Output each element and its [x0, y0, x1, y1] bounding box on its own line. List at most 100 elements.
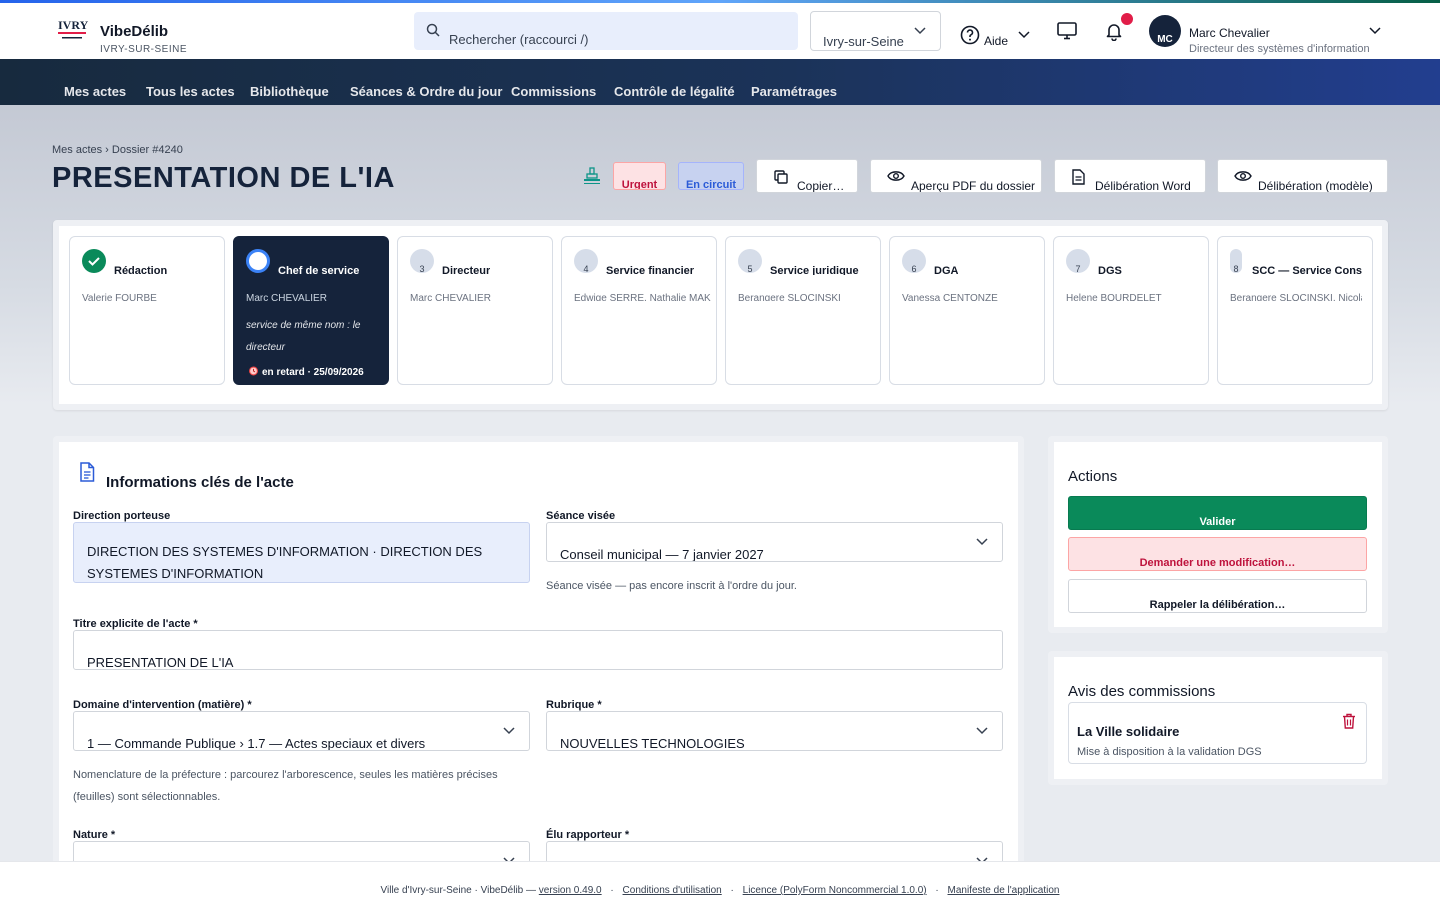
- rubrique-select[interactable]: NOUVELLES TECHNOLOGIES: [546, 711, 1003, 751]
- commission-name: La Ville solidaire: [1077, 724, 1180, 739]
- licence-link[interactable]: Licence (PolyForm Noncommercial 1.0.0): [743, 885, 927, 896]
- nav-parametrages[interactable]: Paramétrages: [751, 84, 837, 99]
- manifest-link[interactable]: Manifeste de l'application: [948, 885, 1060, 896]
- step-number: 3: [410, 249, 434, 274]
- footer-separator: ·: [935, 885, 939, 896]
- help-icon: [960, 25, 980, 45]
- workflow-step-directeur[interactable]: 3 Directeur Marc CHEVALIER: [397, 236, 553, 385]
- workflow-step-service-juridique[interactable]: 5 Service juridique Berangere SLOCINSKI: [725, 236, 881, 385]
- search-input[interactable]: Rechercher (raccourci /): [414, 12, 798, 50]
- main-nav: Mes actes Tous les actes Bibliothèque Sé…: [0, 59, 1440, 105]
- nav-bibliotheque[interactable]: Bibliothèque: [250, 84, 329, 99]
- info-card-title: Informations clés de l'acte: [106, 474, 294, 491]
- workflow-step-dgs[interactable]: 7 DGS Helene BOURDELET: [1053, 236, 1209, 385]
- seance-value: Conseil municipal — 7 janvier 2027: [560, 547, 764, 562]
- chevron-down-icon: [976, 727, 988, 735]
- workflow-steps: Rédaction Valerie FOURBE Chef de service…: [53, 220, 1388, 410]
- seance-help: Séance visée — pas encore inscrit à l'or…: [546, 580, 797, 592]
- eye-icon: [1234, 171, 1252, 181]
- chevron-down-icon: [976, 538, 988, 546]
- step-person: Valerie FOURBE: [82, 293, 157, 301]
- step-person: Berangere SLOCINSKI: [738, 293, 841, 301]
- step-person: Helene BOURDELET: [1066, 293, 1162, 301]
- word-deliberation-label: Délibération Word: [1095, 179, 1191, 193]
- commissions-opinion-card: Avis des commissions La Ville solidaire …: [1048, 651, 1388, 785]
- domaine-select[interactable]: 1 — Commande Publique › 1.7 — Actes spec…: [73, 711, 530, 751]
- brand-city: IVRY-SUR-SEINE: [100, 44, 188, 55]
- user-menu[interactable]: Marc Chevalier Directeur des systèmes d'…: [1189, 26, 1370, 55]
- step-title: Service financier: [606, 265, 695, 275]
- step-note: service de même nom : le directeur: [246, 320, 361, 353]
- pdf-preview-button[interactable]: Aperçu PDF du dossier: [870, 159, 1042, 193]
- validate-button[interactable]: Valider: [1068, 496, 1367, 530]
- step-title: DGS: [1098, 265, 1122, 275]
- key-info-card: Informations clés de l'acte Direction po…: [53, 436, 1024, 876]
- late-label: en retard · 25/09/2026: [262, 367, 364, 378]
- copy-button-label: Copier…: [797, 179, 845, 193]
- breadcrumb[interactable]: Mes actes › Dossier #4240: [52, 144, 183, 156]
- copy-button[interactable]: Copier…: [756, 159, 858, 193]
- stamp-icon: [584, 167, 600, 184]
- search-placeholder: Rechercher (raccourci /): [449, 32, 589, 47]
- footer-separator: ·: [610, 885, 614, 896]
- step-number: 7: [1066, 249, 1090, 274]
- pdf-preview-label: Aperçu PDF du dossier: [911, 179, 1036, 193]
- word-deliberation-button[interactable]: Délibération Word: [1054, 159, 1206, 193]
- workflow-step-chef-de-service[interactable]: Chef de service Marc CHEVALIER service d…: [233, 236, 389, 385]
- step-number: 4: [574, 249, 598, 274]
- trash-icon[interactable]: [1342, 713, 1356, 729]
- city-select-value: Ivry-sur-Seine: [823, 34, 904, 49]
- step-person: Berangere SLOCINSKI, Nicolas: [1230, 293, 1362, 301]
- rubrique-label: Rubrique *: [546, 699, 602, 711]
- nav-controle-legalite[interactable]: Contrôle de légalité: [614, 84, 735, 99]
- current-step-indicator: [246, 249, 270, 273]
- footer-separator: ·: [730, 885, 734, 896]
- step-title: Chef de service: [278, 265, 360, 275]
- request-modification-button[interactable]: Demander une modification…: [1068, 537, 1367, 571]
- domaine-label: Domaine d'intervention (matière) *: [73, 699, 252, 711]
- city-logo[interactable]: IVRY: [56, 17, 90, 43]
- titre-value: PRESENTATION DE L'IA: [87, 655, 234, 670]
- nav-seances[interactable]: Séances & Ordre du jour: [350, 84, 502, 99]
- nav-mes-actes[interactable]: Mes actes: [64, 84, 126, 99]
- step-number: 6: [902, 249, 926, 274]
- workflow-step-scc[interactable]: 8 SCC — Service Conseil Berangere SLOCIN…: [1217, 236, 1373, 385]
- urgent-badge: Urgent: [613, 162, 666, 190]
- brand-name[interactable]: VibeDélib: [100, 23, 187, 40]
- commission-status: Mise à disposition à la validation DGS: [1077, 746, 1262, 758]
- user-role: Directeur des systèmes d'information: [1189, 43, 1370, 55]
- direction-field[interactable]: DIRECTION DES SYSTEMES D'INFORMATION · D…: [73, 522, 530, 583]
- seance-label: Séance visée: [546, 510, 616, 522]
- help-menu[interactable]: Aide: [960, 22, 1030, 48]
- avatar[interactable]: MC: [1149, 15, 1181, 47]
- step-person: Marc CHEVALIER: [410, 293, 491, 301]
- actions-title: Actions: [1068, 468, 1118, 485]
- list-item[interactable]: La Ville solidaire Mise à disposition à …: [1068, 702, 1367, 764]
- titre-label: Titre explicite de l'acte *: [73, 618, 198, 630]
- nav-commissions[interactable]: Commissions: [511, 84, 596, 99]
- rubrique-value: NOUVELLES TECHNOLOGIES: [560, 736, 745, 751]
- recall-deliberation-button[interactable]: Rappeler la délibération…: [1068, 579, 1367, 613]
- step-title: DGA: [934, 265, 959, 275]
- nav-tous-les-actes[interactable]: Tous les actes: [146, 84, 235, 99]
- model-deliberation-button[interactable]: Délibération (modèle): [1217, 159, 1388, 193]
- step-person: Edwige SERRE, Nathalie MAK: [574, 293, 711, 301]
- monitor-icon[interactable]: [1057, 22, 1077, 45]
- alarm-clock-icon: [249, 366, 258, 376]
- step-person: Marc CHEVALIER: [246, 293, 327, 301]
- seance-select[interactable]: Conseil municipal — 7 janvier 2027: [546, 522, 1003, 562]
- workflow-step-service-financier[interactable]: 4 Service financier Edwige SERRE, Nathal…: [561, 236, 717, 385]
- version-link[interactable]: version 0.49.0: [539, 885, 602, 896]
- user-name: Marc Chevalier: [1189, 26, 1270, 40]
- direction-label: Direction porteuse: [73, 510, 171, 522]
- eye-icon: [887, 171, 905, 181]
- step-title: Directeur: [442, 265, 491, 275]
- terms-link[interactable]: Conditions d'utilisation: [623, 885, 722, 896]
- step-person: Vanessa CENTONZE: [902, 293, 998, 301]
- workflow-step-dga[interactable]: 6 DGA Vanessa CENTONZE: [889, 236, 1045, 385]
- workflow-step-redaction[interactable]: Rédaction Valerie FOURBE: [69, 236, 225, 385]
- elu-label: Élu rapporteur *: [546, 829, 630, 841]
- titre-input[interactable]: PRESENTATION DE L'IA: [73, 630, 1003, 670]
- chevron-down-icon[interactable]: [1369, 27, 1381, 35]
- city-select[interactable]: Ivry-sur-Seine: [810, 11, 941, 51]
